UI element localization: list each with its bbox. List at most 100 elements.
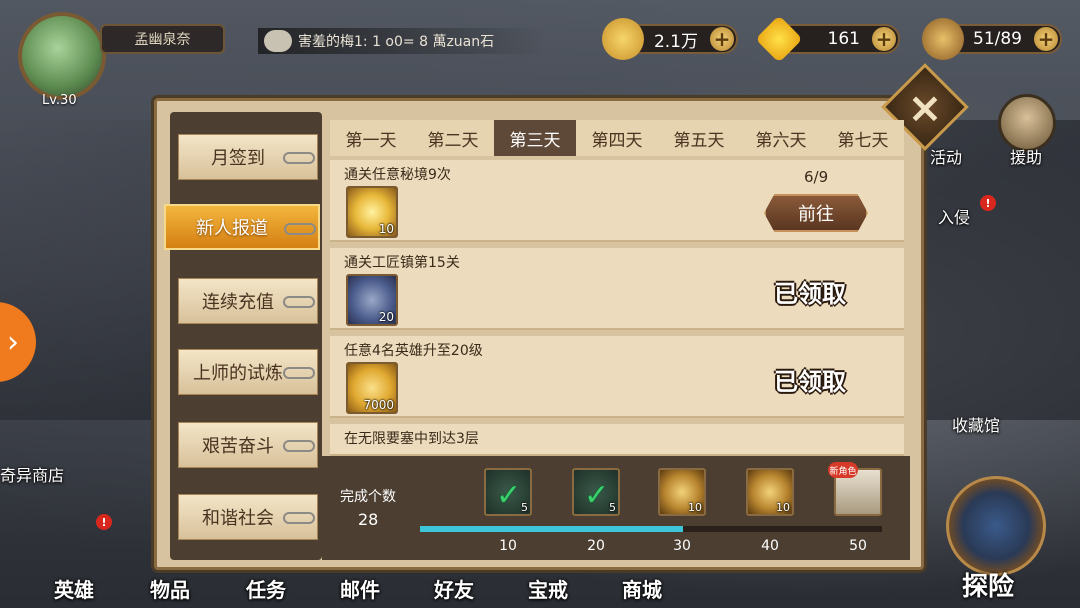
anvil-icon[interactable]: 20: [346, 274, 398, 326]
stamina-amount: 51/89: [973, 29, 1022, 49]
completion-progress-fill: [420, 526, 684, 532]
claimed-check-icon: ✓: [496, 478, 522, 513]
quest-title: 任意4名英雄升至20级: [344, 343, 483, 359]
chat-message: 害羞的梅1: 1 o0= 8 萬zuan石: [298, 34, 495, 50]
milestone-label: 10: [499, 538, 517, 554]
nav-mail[interactable]: 邮件: [340, 574, 380, 603]
chat-bubble-icon: [264, 30, 292, 52]
player-level: Lv.30: [42, 93, 77, 108]
diamond-resource: 161 +: [755, 15, 900, 63]
reward-milestone-30[interactable]: 10: [658, 468, 706, 516]
day-tabs: 第一天 第二天 第三天 第四天 第五天 第六天 第七天: [330, 120, 904, 156]
reward-milestone-40[interactable]: 10: [746, 468, 794, 516]
nav-friends[interactable]: 好友: [434, 574, 474, 603]
completion-panel: 完成个数 28 ✓ 5 ✓ 5 10 10 新角色 10 20 30 40 50: [322, 456, 910, 560]
collection-label[interactable]: 收藏馆: [952, 412, 1000, 436]
item-count: 7000: [363, 398, 394, 412]
menu-hard-work[interactable]: 艰苦奋斗: [178, 422, 318, 468]
quest-row: 通关任意秘境9次 10 6/9 前往: [330, 160, 904, 242]
clip-icon: [283, 512, 315, 524]
tab-day-1[interactable]: 第一天: [330, 120, 412, 156]
milestone-label: 40: [761, 538, 779, 554]
quest-title: 通关任意秘境9次: [344, 167, 451, 183]
menu-continuous-recharge[interactable]: 连续充值: [178, 278, 318, 324]
nav-heroes[interactable]: 英雄: [54, 574, 94, 603]
go-button[interactable]: 前往: [764, 194, 868, 232]
player-avatar[interactable]: [18, 12, 106, 100]
heroes-alert-badge: !: [96, 514, 112, 530]
gold-resource: 2.1万 +: [602, 18, 738, 60]
activity-label[interactable]: 活动: [930, 144, 962, 168]
assist-label: 援助: [1010, 148, 1043, 167]
menu-label: 新人报道: [196, 218, 268, 239]
explore-label: 探险: [962, 572, 1015, 602]
stamina-icon: [922, 18, 964, 60]
clip-icon: [283, 296, 315, 308]
milestone-label: 30: [673, 538, 691, 554]
invasion-alert-badge: !: [980, 195, 996, 211]
quest-title: 在无限要塞中到达3层: [344, 431, 479, 447]
menu-harmonious-society[interactable]: 和谐社会: [178, 494, 318, 540]
reward-count: 5: [609, 501, 616, 514]
claimed-status: 已领取: [774, 280, 846, 308]
completion-label: 完成个数: [340, 489, 396, 505]
gold-amount: 2.1万: [653, 31, 698, 52]
tab-day-7[interactable]: 第七天: [822, 120, 904, 156]
nav-tasks[interactable]: 任务: [246, 574, 286, 603]
tab-day-3[interactable]: 第三天: [494, 120, 576, 156]
add-gold-button[interactable]: +: [710, 27, 734, 51]
quest-progress: 6/9: [804, 168, 829, 186]
nav-store[interactable]: 商城: [622, 574, 662, 603]
clip-icon: [283, 152, 315, 164]
tab-day-4[interactable]: 第四天: [576, 120, 658, 156]
menu-master-trial[interactable]: 上师的试炼: [178, 349, 318, 395]
completion-progress-bar: [420, 526, 882, 532]
diamond-amount: 161: [827, 29, 860, 49]
menu-label: 上师的试炼: [193, 363, 283, 384]
completion-count: 28: [358, 510, 379, 529]
menu-label: 月签到: [211, 148, 265, 169]
menu-monthly-checkin[interactable]: 月签到: [178, 134, 318, 180]
gold-coin-icon[interactable]: 7000: [346, 362, 398, 414]
clip-icon: [284, 223, 316, 235]
milestone-label: 20: [587, 538, 605, 554]
shop-label[interactable]: 奇异商店: [0, 462, 64, 486]
explore-button[interactable]: [946, 476, 1046, 576]
stamina-resource: 51/89 +: [922, 18, 1062, 60]
clip-icon: [283, 440, 315, 452]
claimed-check-icon: ✓: [584, 478, 610, 513]
tab-day-2[interactable]: 第二天: [412, 120, 494, 156]
reward-count: 5: [521, 501, 528, 514]
item-count: 20: [378, 310, 394, 324]
chat-ticker[interactable]: 害羞的梅1: 1 o0= 8 萬zuan石: [258, 28, 548, 54]
menu-label: 连续充值: [202, 292, 274, 313]
tab-day-6[interactable]: 第六天: [740, 120, 822, 156]
nav-rings[interactable]: 宝戒: [528, 574, 568, 603]
quest-row: 在无限要塞中到达3层: [330, 424, 904, 456]
clip-icon: [283, 367, 315, 379]
menu-label: 艰苦奋斗: [202, 436, 274, 457]
reward-milestone-20[interactable]: ✓ 5: [572, 468, 620, 516]
close-icon: ×: [907, 82, 943, 132]
nav-items[interactable]: 物品: [150, 574, 190, 603]
quest-title: 通关工匠镇第15关: [344, 255, 460, 271]
reward-count: 10: [688, 501, 702, 514]
menu-newbie-report[interactable]: 新人报道: [164, 204, 320, 250]
item-count: 10: [378, 222, 394, 236]
milestone-label: 50: [849, 538, 867, 554]
claimed-status: 已领取: [774, 368, 846, 396]
gem-orb-icon[interactable]: 10: [346, 186, 398, 238]
add-stamina-button[interactable]: +: [1034, 27, 1058, 51]
reward-count: 10: [776, 501, 790, 514]
reward-milestone-10[interactable]: ✓ 5: [484, 468, 532, 516]
quest-row: 任意4名英雄升至20级 7000 已领取: [330, 336, 904, 418]
menu-label: 和谐社会: [202, 508, 274, 529]
gold-coin-icon: [602, 18, 644, 60]
new-hero-tag: 新角色: [828, 462, 858, 478]
player-name[interactable]: 孟幽泉奈: [100, 24, 225, 54]
add-diamond-button[interactable]: +: [872, 27, 896, 51]
invasion-label[interactable]: 入侵: [938, 204, 970, 228]
reward-milestone-50[interactable]: 新角色: [828, 462, 882, 516]
quest-row: 通关工匠镇第15关 20 已领取: [330, 248, 904, 330]
tab-day-5[interactable]: 第五天: [658, 120, 740, 156]
